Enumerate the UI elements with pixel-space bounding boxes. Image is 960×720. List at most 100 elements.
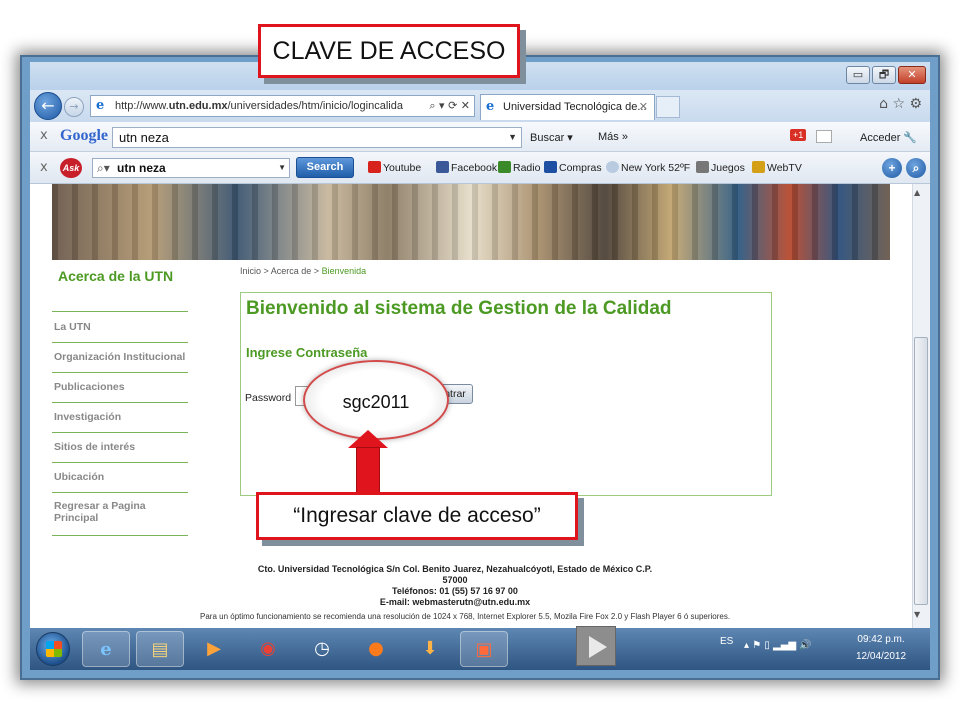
clock-date: 12/04/2012	[856, 651, 907, 662]
dropdown-arrow-icon[interactable]: ▼	[508, 128, 517, 147]
sidebar-item-sitios[interactable]: Sitios de interés	[54, 441, 190, 453]
ask-item-juegos[interactable]: Juegos	[696, 161, 745, 174]
search-circle-icon[interactable]: ⌕	[906, 158, 926, 178]
powerpoint-icon[interactable]: ▣	[460, 631, 508, 667]
folder-icon[interactable]: ▤	[136, 631, 184, 667]
ie-page-icon: e	[96, 98, 105, 113]
sidebar-divider	[52, 342, 188, 343]
ask-item-label: Juegos	[711, 162, 745, 174]
footer-address: Cto. Universidad Tecnológica S/n Col. Be…	[245, 564, 665, 608]
screen: ▭ 🗗 ✕ ← → e http://www.utn.edu.mx/univer…	[30, 62, 930, 670]
slide-title: CLAVE DE ACCESO	[258, 24, 520, 78]
sidebar-item-la-utn[interactable]: La UTN	[54, 321, 190, 333]
cloud-icon	[606, 161, 619, 173]
radio-icon	[498, 161, 511, 173]
new-tab-button[interactable]	[656, 96, 680, 118]
facebook-icon	[436, 161, 449, 173]
download-icon[interactable]: ⬇	[406, 631, 454, 667]
flag-icon	[544, 161, 557, 173]
search-icon: ⌕▾	[97, 161, 110, 175]
ask-item-weather[interactable]: New York 52ºF	[606, 161, 690, 174]
ask-item-radio[interactable]: Radio	[498, 161, 540, 174]
forward-button[interactable]: →	[64, 97, 84, 117]
google-toolbar: x Google utn neza ▼ Buscar ▾ Más » +1 Ac…	[30, 122, 930, 152]
restore-button[interactable]: 🗗	[872, 66, 896, 84]
ask-item-label: Compras	[559, 162, 602, 174]
sidebar-item-organizacion[interactable]: Organización Institucional	[54, 351, 190, 363]
system-tray-icons[interactable]: ▴ ⚑ ▯ ▂▄▆ 🔊	[744, 640, 812, 651]
ask-item-youtube[interactable]: Youtube	[368, 161, 421, 174]
scroll-down-icon[interactable]: ▼	[914, 610, 920, 619]
address-bar-row: ← → e http://www.utn.edu.mx/universidade…	[30, 90, 930, 122]
ask-search-label: Search	[306, 161, 344, 173]
breadcrumb-path[interactable]: Inicio > Acerca de >	[240, 266, 322, 276]
google-search-input[interactable]: utn neza ▼	[112, 127, 522, 148]
ask-item-label: Radio	[513, 162, 541, 174]
minimize-button[interactable]: ▭	[846, 66, 870, 84]
breadcrumb: Inicio > Acerca de > Bienvenida	[240, 266, 366, 276]
ask-item-webtv[interactable]: WebTV	[752, 161, 802, 174]
clock-time: 09:42 p.m.	[857, 634, 905, 645]
internet-explorer-icon[interactable]: e	[82, 631, 130, 667]
scrollbar-thumb[interactable]	[914, 337, 928, 605]
banner-image	[52, 184, 890, 260]
clock[interactable]: 09:42 p.m. 12/04/2012	[856, 631, 906, 665]
url-domain: utn.edu.mx	[168, 100, 228, 112]
taskbar: e ▤ ▶ ◉ ◷ ● ⬇ ▣ ES ▴ ⚑ ▯ ▂▄▆ 🔊 09:42 p.m…	[30, 628, 930, 670]
scroll-up-icon[interactable]: ▲	[914, 188, 920, 197]
close-toolbar-icon[interactable]: x	[40, 128, 48, 143]
home-favorites-tools-icons[interactable]: ⌂ ☆ ⚙	[879, 96, 922, 112]
password-label: Password	[245, 392, 292, 404]
ask-toolbar: x Ask ⌕▾ utn neza ▼ Search Youtube Faceb…	[30, 152, 930, 184]
sidebar-title: Acerca de la UTN	[58, 268, 174, 284]
web-page: Acerca de la UTN La UTN Organización Ins…	[30, 184, 912, 628]
tab-favicon-icon: e	[486, 99, 495, 114]
sidebar-divider	[52, 492, 188, 493]
sidebar-item-ubicacion[interactable]: Ubicación	[54, 471, 190, 483]
address-input[interactable]: e http://www.utn.edu.mx/universidades/ht…	[90, 95, 475, 117]
arrow-shaft	[356, 447, 380, 493]
url-actions-icons[interactable]: ⌕ ▾ ⟳ ✕	[425, 96, 470, 116]
google-logo: Google	[60, 127, 108, 144]
youtube-icon	[368, 161, 381, 173]
add-icon[interactable]: +	[882, 158, 902, 178]
dropdown-arrow-icon[interactable]: ▼	[278, 159, 286, 177]
chrome-icon[interactable]: ◉	[244, 631, 292, 667]
ask-search-input[interactable]: ⌕▾ utn neza ▼	[92, 158, 290, 178]
mas-button[interactable]: Más »	[598, 131, 628, 143]
sidebar-divider	[52, 372, 188, 373]
sidebar-divider	[52, 432, 188, 433]
close-button[interactable]: ✕	[898, 66, 926, 84]
ask-item-facebook[interactable]: Facebook	[436, 161, 497, 174]
footer-line-phone: Teléfonos: 01 (55) 57 16 97 00	[392, 586, 518, 596]
sidebar-divider	[52, 402, 188, 403]
slide-hint: “Ingresar clave de acceso”	[256, 492, 578, 540]
google-plus-one-button[interactable]: +1	[790, 129, 807, 141]
footer-line-email: E-mail: webmasterutn@utn.edu.mx	[379, 597, 531, 607]
language-indicator[interactable]: ES	[720, 636, 733, 647]
sidebar-item-investigacion[interactable]: Investigación	[54, 411, 190, 423]
close-ask-toolbar-icon[interactable]: x	[40, 160, 48, 175]
start-button[interactable]	[36, 632, 70, 666]
sidebar-item-regresar[interactable]: Regresar a Pagina Principal	[54, 500, 164, 524]
sidebar-item-publicaciones[interactable]: Publicaciones	[54, 381, 190, 393]
tab-close-icon[interactable]: ✕	[639, 95, 648, 119]
plus-one-count	[816, 130, 832, 143]
ask-item-compras[interactable]: Compras	[544, 161, 602, 174]
media-player-icon[interactable]: ▶	[190, 631, 238, 667]
buscar-button[interactable]: Buscar ▾	[530, 131, 573, 144]
sidebar-divider	[52, 311, 188, 312]
password-value: sgc2011	[342, 392, 410, 412]
joystick-icon	[696, 161, 709, 173]
clock-app-icon[interactable]: ◷	[298, 631, 346, 667]
ask-item-label: New York 52ºF	[621, 162, 691, 174]
play-button[interactable]	[576, 626, 616, 666]
ask-item-label: WebTV	[767, 162, 802, 174]
google-query: utn neza	[119, 130, 169, 145]
acceder-button[interactable]: Acceder 🔧	[860, 131, 917, 144]
tab-utn[interactable]: e Universidad Tecnológica de... ✕	[480, 94, 655, 120]
ask-search-button[interactable]: Search	[296, 157, 354, 178]
back-button[interactable]: ←	[34, 92, 62, 120]
ask-query: utn neza	[117, 161, 166, 175]
firefox-icon[interactable]: ●	[352, 631, 400, 667]
